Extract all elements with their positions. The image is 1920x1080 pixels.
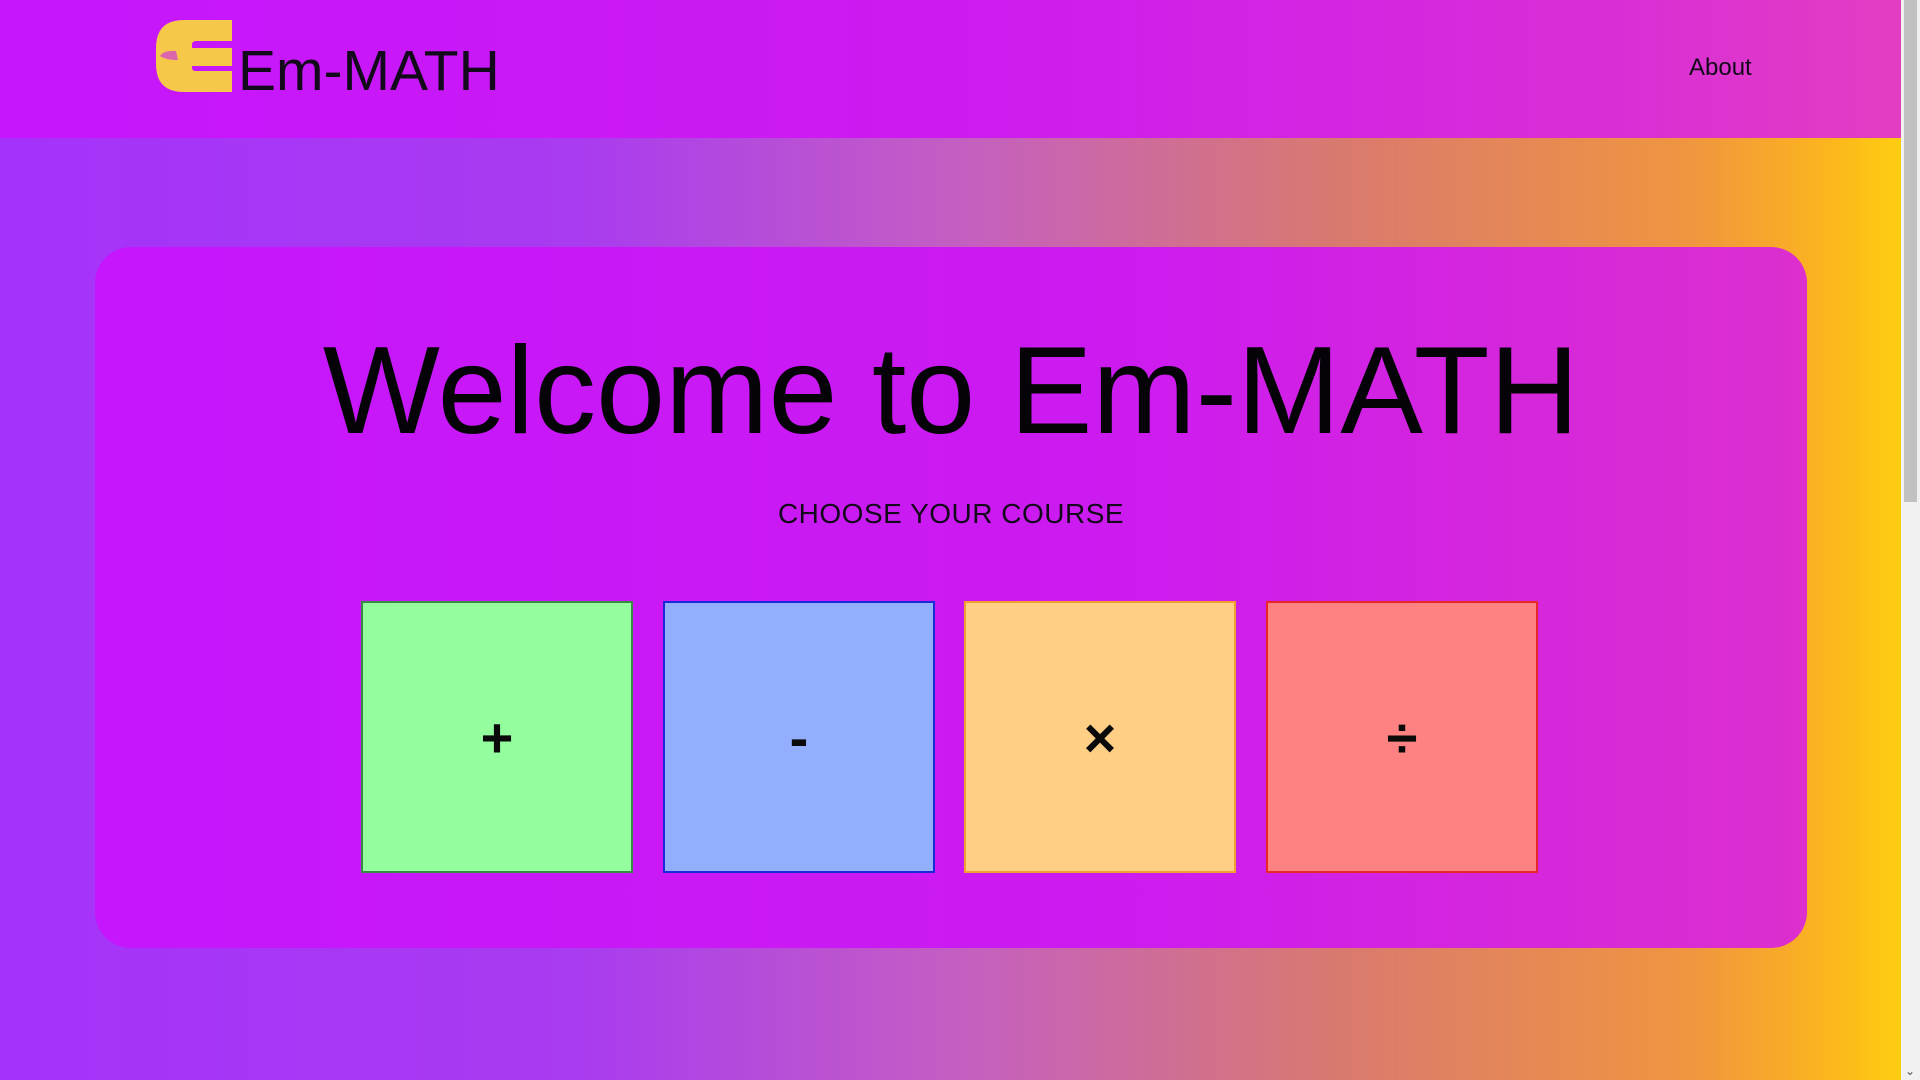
divide-symbol: ÷ xyxy=(1386,705,1418,769)
nav-link-about[interactable]: About xyxy=(1689,53,1752,83)
page: Em-MATH About Welcome to Em-MATH CHOOSE … xyxy=(0,0,1901,1080)
plus-symbol: + xyxy=(480,705,514,769)
times-symbol: × xyxy=(1083,705,1117,769)
navbar: Em-MATH About xyxy=(0,0,1901,138)
welcome-card: Welcome to Em-MATH CHOOSE YOUR COURSE + … xyxy=(95,247,1807,948)
brand-name[interactable]: Em-MATH xyxy=(238,38,500,104)
subtraction-course-button[interactable]: - xyxy=(663,601,935,873)
scrollbar-thumb[interactable] xyxy=(1904,0,1917,502)
division-course-button[interactable]: ÷ xyxy=(1266,601,1538,873)
course-prompt: CHOOSE YOUR COURSE xyxy=(777,498,1125,529)
scroll-down-arrow-icon[interactable]: ⌄ xyxy=(1905,1064,1915,1078)
minus-symbol: - xyxy=(789,705,809,769)
logo-icon[interactable] xyxy=(156,20,232,92)
vertical-scrollbar[interactable]: ⌄ xyxy=(1901,0,1920,1080)
multiplication-course-button[interactable]: × xyxy=(964,601,1236,873)
addition-course-button[interactable]: + xyxy=(361,601,633,873)
page-title: Welcome to Em-MATH xyxy=(322,322,1580,460)
